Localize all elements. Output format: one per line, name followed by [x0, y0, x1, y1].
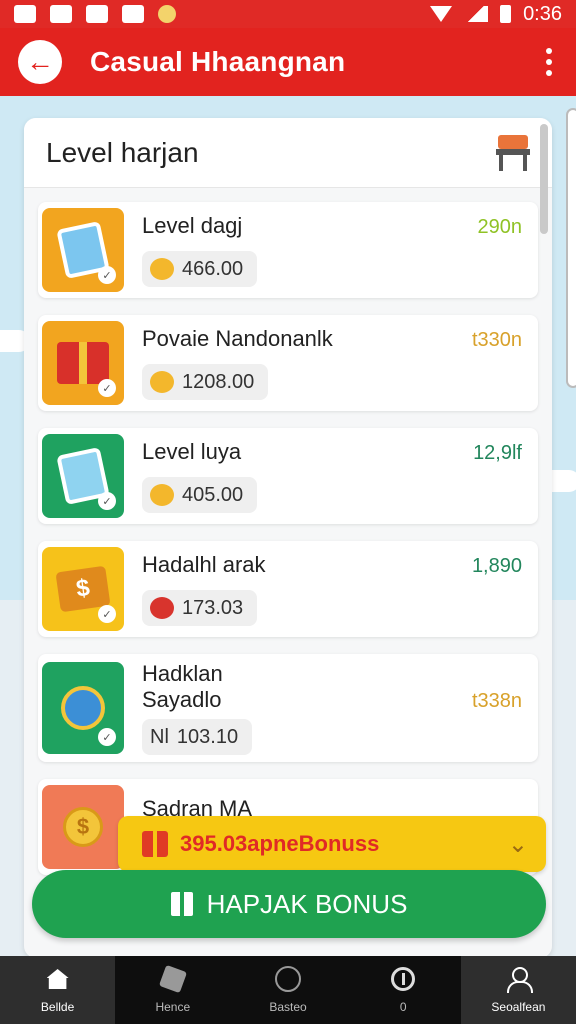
notification-icon: [122, 5, 144, 23]
item-name: Hadalhl arak: [142, 552, 266, 577]
camera-icon: [50, 5, 72, 23]
item-value: 290n: [477, 216, 523, 238]
nav-label: 0: [399, 1000, 407, 1014]
item-name: Hadklan: [142, 661, 223, 686]
profile-icon: [505, 966, 534, 993]
nav-item-basteo[interactable]: Basteo: [230, 956, 345, 1024]
coin-icon: [150, 371, 174, 393]
list-item[interactable]: ✓ Level luya 405.00 12,9lf: [38, 428, 538, 524]
battery-icon: [500, 5, 512, 23]
nav-item-profile[interactable]: Seoalfean: [460, 956, 576, 1024]
item-value: t330n: [471, 329, 522, 351]
nav-label: Seoalfean: [491, 1000, 546, 1014]
list-item[interactable]: ✓ Povaie Nandonanlk 1208.00 t330n: [38, 315, 538, 411]
panel-header: Level harjan: [24, 118, 552, 188]
back-button[interactable]: ←: [18, 40, 62, 84]
home-icon: [45, 966, 71, 992]
nav-label: Basteo: [269, 1000, 307, 1014]
circle-icon: [275, 966, 301, 992]
nav-label: Bellde: [40, 1000, 75, 1014]
clock: 0:36: [523, 2, 562, 25]
tablet-icon: ✓: [42, 208, 124, 292]
status-bar: 0:36: [0, 0, 576, 28]
coin-icon: [150, 258, 174, 280]
nav-item-timer[interactable]: 0: [346, 956, 461, 1024]
coin-stack-icon: $: [42, 785, 124, 869]
arrow-left-icon: ←: [26, 46, 54, 77]
amount-pill: 1208.00: [142, 364, 269, 400]
list-item[interactable]: $ ✓ Hadalhl arak 173.03 1,890: [38, 541, 538, 637]
bonus-text: 395.03apneBonuss: [180, 831, 380, 856]
globe-trophy-icon: ✓: [42, 662, 124, 754]
bonus-strip[interactable]: 395.03apneBonuss ⌄: [118, 816, 546, 872]
item-amount: 405.00: [182, 483, 244, 506]
item-name-line-2: Sayadlo: [142, 687, 222, 712]
amount-pill: 466.00: [142, 251, 258, 287]
item-amount: 466.00: [182, 257, 244, 280]
card-icon: ✓: [42, 434, 124, 518]
item-amount: 173.03: [182, 596, 244, 619]
nav-item-home[interactable]: Bellde: [0, 956, 116, 1024]
scrollbar[interactable]: [540, 124, 548, 234]
item-value: t338n: [471, 690, 522, 712]
timer-icon: [390, 966, 416, 992]
item-name: Level dagj: [142, 213, 243, 238]
nav-item-hence[interactable]: Hence: [115, 956, 230, 1024]
wallet-icon: $ ✓: [42, 547, 124, 631]
chevron-down-icon[interactable]: ⌄: [508, 830, 528, 859]
item-amount: 1208.00: [182, 370, 255, 393]
item-name: Level luya: [142, 439, 242, 464]
claim-bonus-button[interactable]: HAPJAK BONUS: [32, 870, 546, 938]
wifi-icon: [430, 6, 453, 22]
more-vert-icon[interactable]: [540, 42, 558, 82]
gift-icon: [142, 831, 168, 857]
claim-bonus-label: HAPJAK BONUS: [206, 888, 408, 919]
item-value: 1,890: [471, 555, 522, 577]
app-bar: ← Casual Hhaangnan: [0, 28, 576, 96]
bottom-nav: Bellde Hence Basteo 0 Seoalfean: [0, 956, 576, 1024]
app-icon: [86, 5, 108, 23]
nav-label: Hence: [155, 1000, 191, 1014]
coin-icon: [150, 484, 174, 506]
list-item[interactable]: ✓ Level dagj 466.00 290n: [38, 202, 538, 298]
photo-icon: [14, 5, 36, 23]
chair-icon[interactable]: [496, 134, 530, 171]
level-list: ✓ Level dagj 466.00 290n ✓ Povaie Nandon…: [38, 202, 538, 875]
coin-icon: [150, 597, 174, 619]
item-amount: 103.10: [176, 725, 239, 748]
side-handle[interactable]: [566, 108, 576, 388]
item-name: Povaie Nandonanlk: [142, 326, 333, 351]
panel-title: Level harjan: [46, 136, 199, 168]
gift-box-icon: ✓: [42, 321, 124, 405]
app-title: Casual Hhaangnan: [90, 46, 346, 77]
amount-pill: 405.00: [142, 477, 258, 513]
gift-icon: [170, 892, 193, 916]
amount-pill: 173.03: [142, 590, 258, 626]
signal-icon: [464, 6, 489, 22]
coin-icon: [158, 5, 176, 23]
box-icon: [158, 964, 187, 994]
list-item[interactable]: ✓ Hadklan Sayadlo Nl 103.10 t338n: [38, 654, 538, 762]
item-value: 12,9lf: [473, 442, 522, 464]
amount-pill: Nl 103.10: [142, 719, 253, 755]
amount-prefix: Nl: [150, 725, 169, 748]
